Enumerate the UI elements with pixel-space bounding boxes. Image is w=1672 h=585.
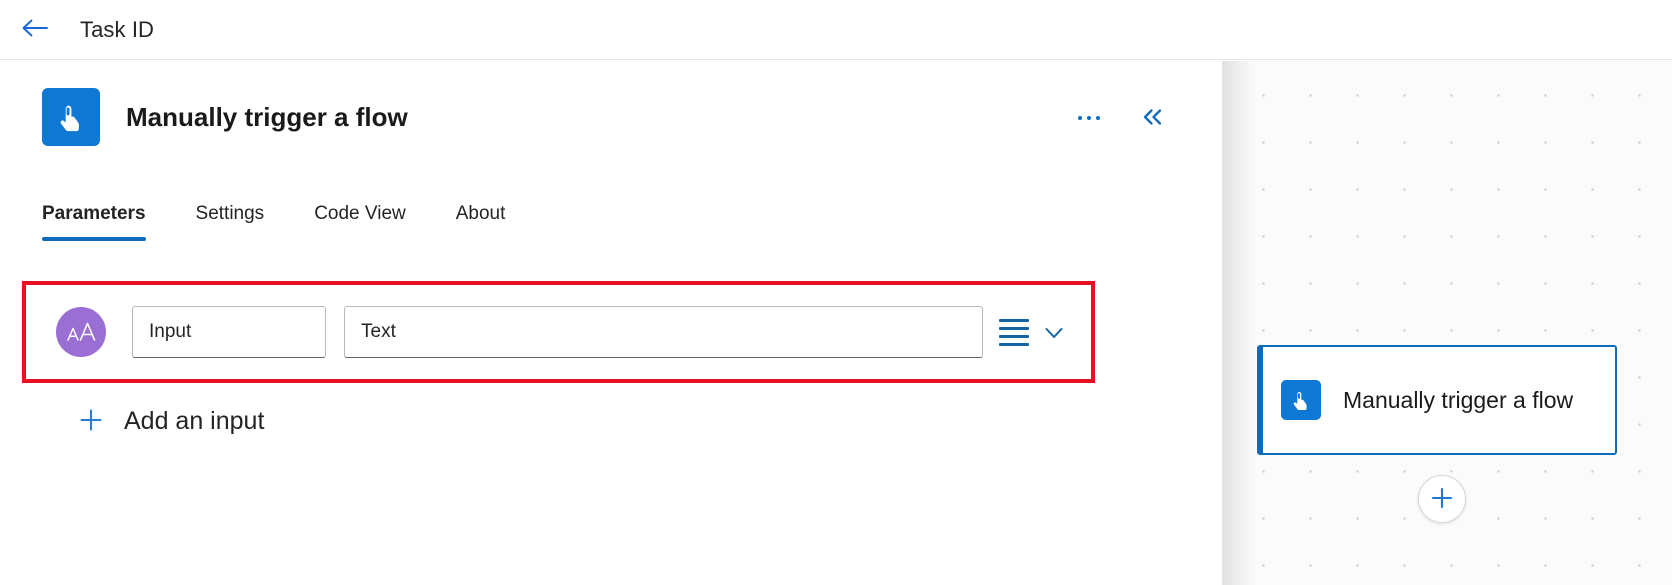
detail-node-header: Manually trigger a flow — [42, 88, 408, 146]
parameter-row — [26, 285, 1091, 379]
add-an-input-label: Add an input — [124, 407, 265, 435]
trigger-detail-pane: Manually trigger a flow Parameters Setti… — [0, 61, 1222, 585]
parameter-type-input[interactable] — [344, 306, 983, 358]
manual-trigger-touch-icon — [42, 88, 100, 146]
plus-icon — [1429, 485, 1455, 514]
flow-node-manual-trigger[interactable]: Manually trigger a flow — [1257, 345, 1617, 455]
arrow-left-icon — [19, 16, 49, 43]
plus-icon — [78, 407, 104, 436]
parameter-row-actions — [999, 318, 1069, 346]
tab-settings[interactable]: Settings — [196, 203, 291, 241]
chevron-down-icon[interactable] — [1039, 320, 1069, 344]
tab-about[interactable]: About — [456, 203, 532, 241]
double-chevron-left-icon — [1140, 105, 1166, 132]
collapse-panel-button[interactable] — [1136, 101, 1170, 135]
text-type-aA-icon — [56, 307, 106, 357]
detail-header-actions — [1072, 101, 1170, 135]
manual-trigger-touch-icon — [1281, 380, 1321, 420]
canvas-edge-shadow — [1222, 61, 1256, 585]
ellipsis-horizontal-icon — [1078, 116, 1100, 120]
page-title: Task ID — [80, 16, 155, 42]
power-automate-flow-editor: Task ID Manually trigger a flow Paramete… — [0, 0, 1672, 585]
parameter-name-input[interactable] — [132, 306, 326, 358]
back-button[interactable] — [8, 4, 60, 56]
flow-node-title: Manually trigger a flow — [1343, 386, 1574, 413]
detail-tabs: Parameters Settings Code View About — [42, 203, 531, 241]
hamburger-list-icon[interactable] — [999, 318, 1029, 346]
add-an-input-button[interactable]: Add an input — [70, 401, 272, 442]
top-header-bar: Task ID — [0, 0, 1672, 60]
more-options-button[interactable] — [1072, 101, 1106, 135]
parameter-row-highlight — [22, 281, 1095, 383]
detail-node-title: Manually trigger a flow — [126, 101, 408, 132]
flow-canvas[interactable]: Manually trigger a flow — [1222, 61, 1672, 585]
tab-parameters[interactable]: Parameters — [42, 203, 172, 241]
tab-code-view[interactable]: Code View — [314, 203, 432, 241]
add-step-button[interactable] — [1418, 475, 1466, 523]
